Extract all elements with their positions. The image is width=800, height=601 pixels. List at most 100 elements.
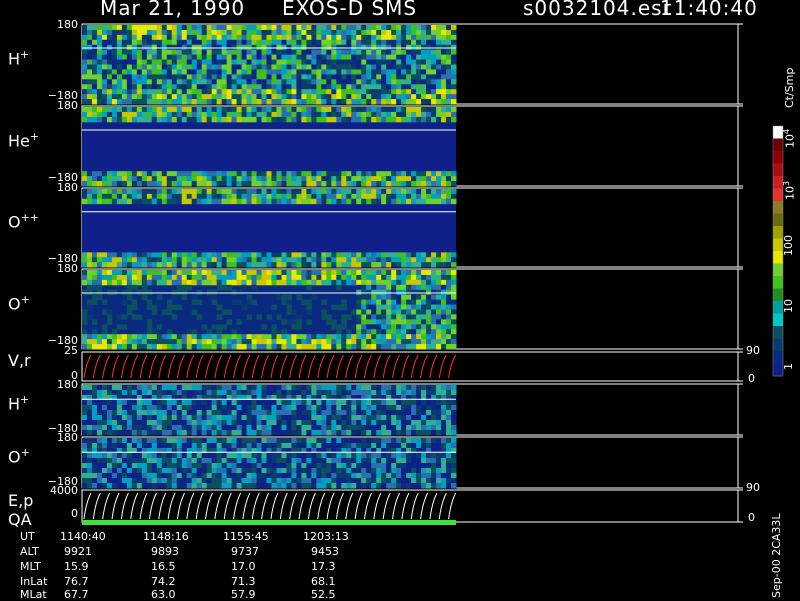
colorbar-segment bbox=[773, 151, 783, 164]
heatmap-cell bbox=[406, 420, 412, 426]
heatmap-cell bbox=[96, 257, 103, 263]
heatmap-cell bbox=[241, 473, 248, 479]
heatmap-cell bbox=[436, 314, 442, 320]
heatmap-cell bbox=[256, 94, 263, 100]
heatmap-cell bbox=[82, 400, 88, 406]
heatmap-cell bbox=[156, 64, 163, 70]
heatmap-cell bbox=[426, 334, 432, 340]
heatmap-cell bbox=[391, 54, 397, 61]
heatmap-cell bbox=[446, 309, 452, 315]
heatmap-cell bbox=[271, 193, 277, 200]
heatmap-cell bbox=[161, 94, 168, 100]
heatmap-cell bbox=[346, 34, 352, 41]
heatmap-cell bbox=[316, 181, 322, 187]
heatmap-cell bbox=[296, 49, 302, 56]
heatmap-cell bbox=[211, 257, 218, 263]
heatmap-cell bbox=[436, 309, 442, 315]
heatmap-cell bbox=[431, 314, 437, 320]
heatmap-cell bbox=[241, 29, 248, 36]
heatmap-cell bbox=[291, 198, 297, 205]
heatmap-cell bbox=[111, 54, 118, 61]
heatmap-cell bbox=[326, 463, 332, 469]
heatmap-cell bbox=[251, 49, 258, 56]
heatmap-cell bbox=[336, 59, 342, 65]
heatmap-cell bbox=[296, 107, 302, 113]
heatmap-cell bbox=[271, 198, 277, 205]
heatmap-cell bbox=[271, 270, 277, 276]
heatmap-cell bbox=[82, 289, 88, 296]
heatmap-cell bbox=[451, 385, 457, 391]
heatmap-cell bbox=[116, 107, 123, 113]
heatmap-cell bbox=[141, 294, 148, 301]
heatmap-cell bbox=[246, 385, 253, 391]
heatmap-cell bbox=[281, 344, 287, 350]
heatmap-cell bbox=[361, 54, 367, 61]
heatmap-cell bbox=[301, 111, 307, 118]
heatmap-cell bbox=[376, 344, 382, 350]
heatmap-cell bbox=[221, 438, 228, 444]
heatmap-cell bbox=[106, 84, 113, 90]
heatmap-cell bbox=[451, 443, 457, 449]
heatmap-cell bbox=[111, 89, 118, 95]
heatmap-cell bbox=[311, 344, 317, 350]
heatmap-cell bbox=[126, 279, 133, 286]
side-label: Sep-00 2CA33L bbox=[770, 513, 783, 598]
heatmap-cell bbox=[346, 49, 352, 56]
heatmap-cell bbox=[386, 478, 392, 484]
heatmap-cell bbox=[446, 438, 452, 444]
heatmap-cell bbox=[451, 314, 457, 320]
heatmap-cell bbox=[241, 274, 248, 281]
heatmap-cell bbox=[211, 74, 218, 80]
heatmap-cell bbox=[186, 107, 193, 113]
heatmap-cell bbox=[131, 344, 138, 350]
heatmap-cell bbox=[281, 400, 287, 406]
heatmap-cell bbox=[316, 257, 322, 263]
heatmap-cell bbox=[121, 198, 128, 205]
heatmap-cell bbox=[171, 415, 178, 421]
heatmap-cell bbox=[231, 453, 238, 459]
heatmap-cell bbox=[116, 116, 123, 123]
colorbar-segment bbox=[773, 201, 783, 214]
heatmap-cell bbox=[441, 463, 447, 469]
heatmap-cell bbox=[271, 99, 277, 105]
heatmap-cell bbox=[216, 390, 223, 396]
heatmap-cell bbox=[156, 339, 163, 345]
heatmap-cell bbox=[426, 171, 432, 177]
heatmap-cell bbox=[231, 84, 238, 90]
heatmap-cell bbox=[406, 54, 412, 61]
heatmap-cell bbox=[231, 458, 238, 464]
colorbar-label-1e4: 104 bbox=[782, 128, 797, 148]
heatmap-cell bbox=[221, 410, 228, 416]
heatmap-cell bbox=[431, 107, 437, 113]
heatmap-cell bbox=[201, 344, 208, 350]
heatmap-cell bbox=[206, 252, 213, 258]
heatmap-cell bbox=[191, 438, 198, 444]
heatmap-cell bbox=[191, 430, 198, 436]
heatmap-cell bbox=[201, 270, 208, 276]
heatmap-cell bbox=[82, 453, 88, 459]
heatmap-cell bbox=[381, 64, 387, 70]
heatmap-cell bbox=[201, 274, 208, 281]
heatmap-cell bbox=[216, 468, 223, 474]
heatmap-cell bbox=[391, 304, 397, 310]
heatmap-cell bbox=[171, 84, 178, 90]
heatmap-cell bbox=[421, 324, 427, 330]
heatmap-cell bbox=[426, 344, 432, 350]
heatmap-cell bbox=[306, 443, 312, 449]
heatmap-cell bbox=[351, 262, 357, 268]
heatmap-cell bbox=[86, 262, 93, 268]
heatmap-cell bbox=[111, 39, 118, 46]
heatmap-cell bbox=[261, 29, 268, 36]
heatmap-cell bbox=[431, 319, 437, 325]
heatmap-cell bbox=[346, 473, 352, 479]
heatmap-cell bbox=[391, 400, 397, 406]
heatmap-cell bbox=[336, 385, 342, 391]
heatmap-cell bbox=[401, 49, 407, 56]
heatmap-cell bbox=[431, 171, 437, 177]
heatmap-cell bbox=[336, 176, 342, 182]
heatmap-cell bbox=[421, 473, 427, 479]
heatmap-cell bbox=[106, 44, 113, 51]
heatmap-cell bbox=[326, 473, 332, 479]
heatmap-cell bbox=[331, 116, 337, 123]
heatmap-cell bbox=[401, 420, 407, 426]
